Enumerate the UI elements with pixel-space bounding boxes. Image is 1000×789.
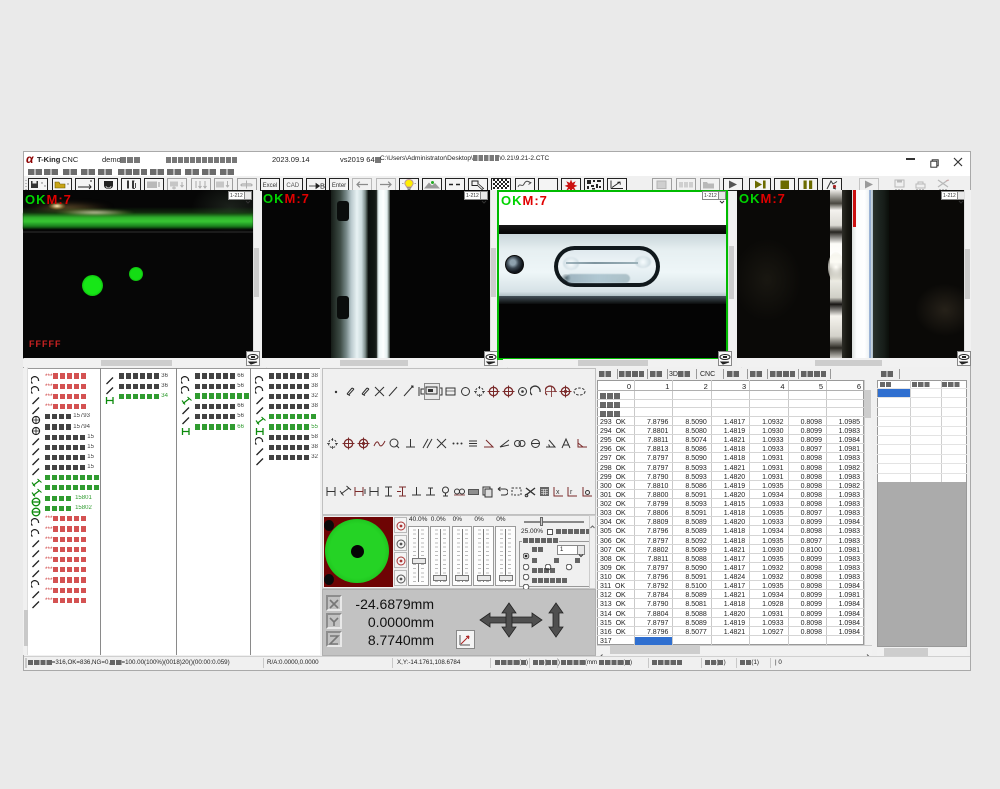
svg-text:x: x (556, 489, 560, 496)
svg-text:B: B (320, 182, 325, 191)
svg-text:r: r (570, 489, 573, 496)
